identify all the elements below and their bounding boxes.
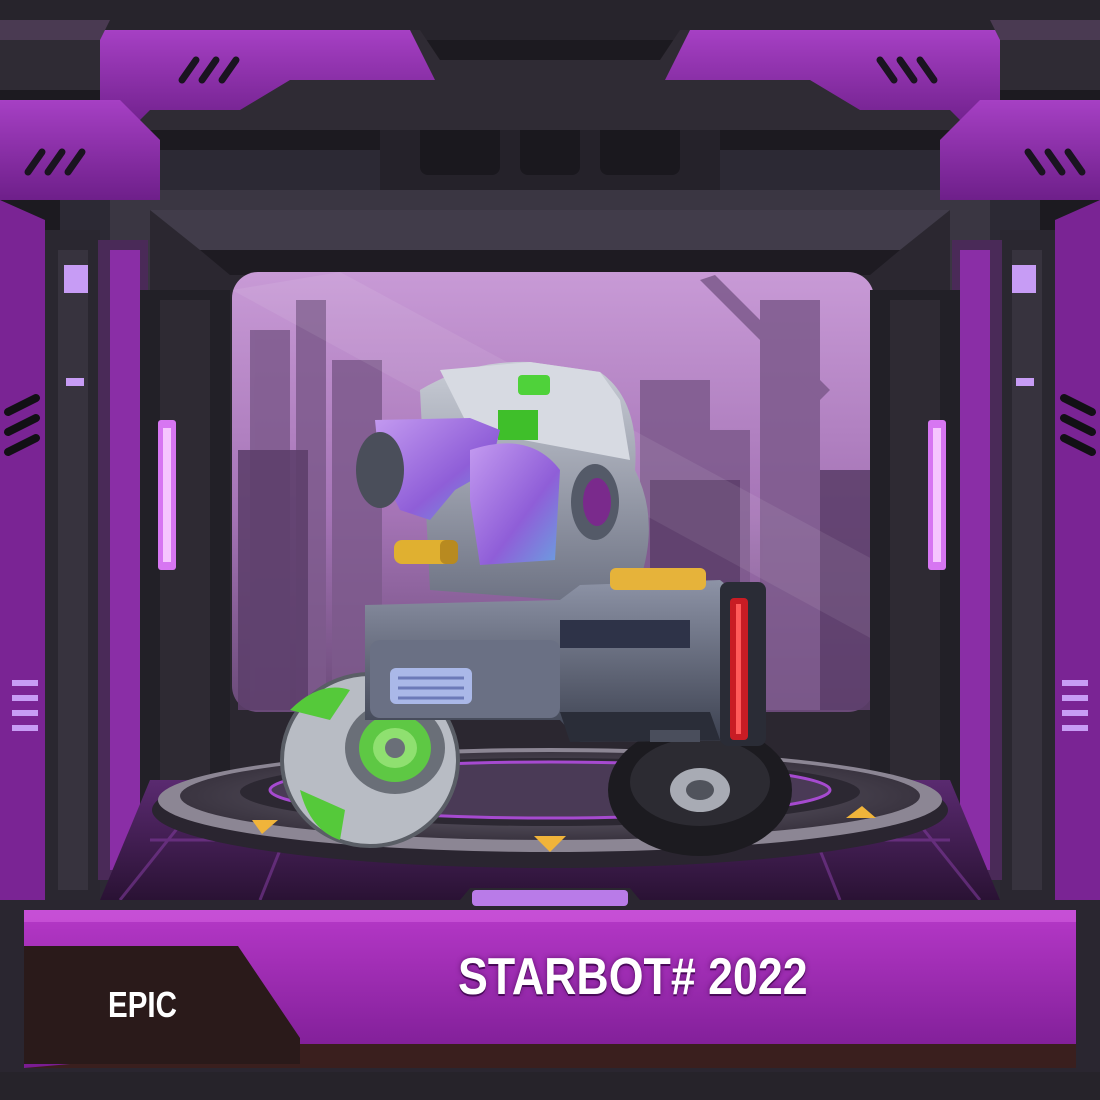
card-scene [0, 0, 1100, 1100]
display-platform [152, 748, 948, 868]
card-title: STARBOT# 2022 [458, 948, 808, 1006]
rarity-label: EPIC [108, 984, 177, 1025]
